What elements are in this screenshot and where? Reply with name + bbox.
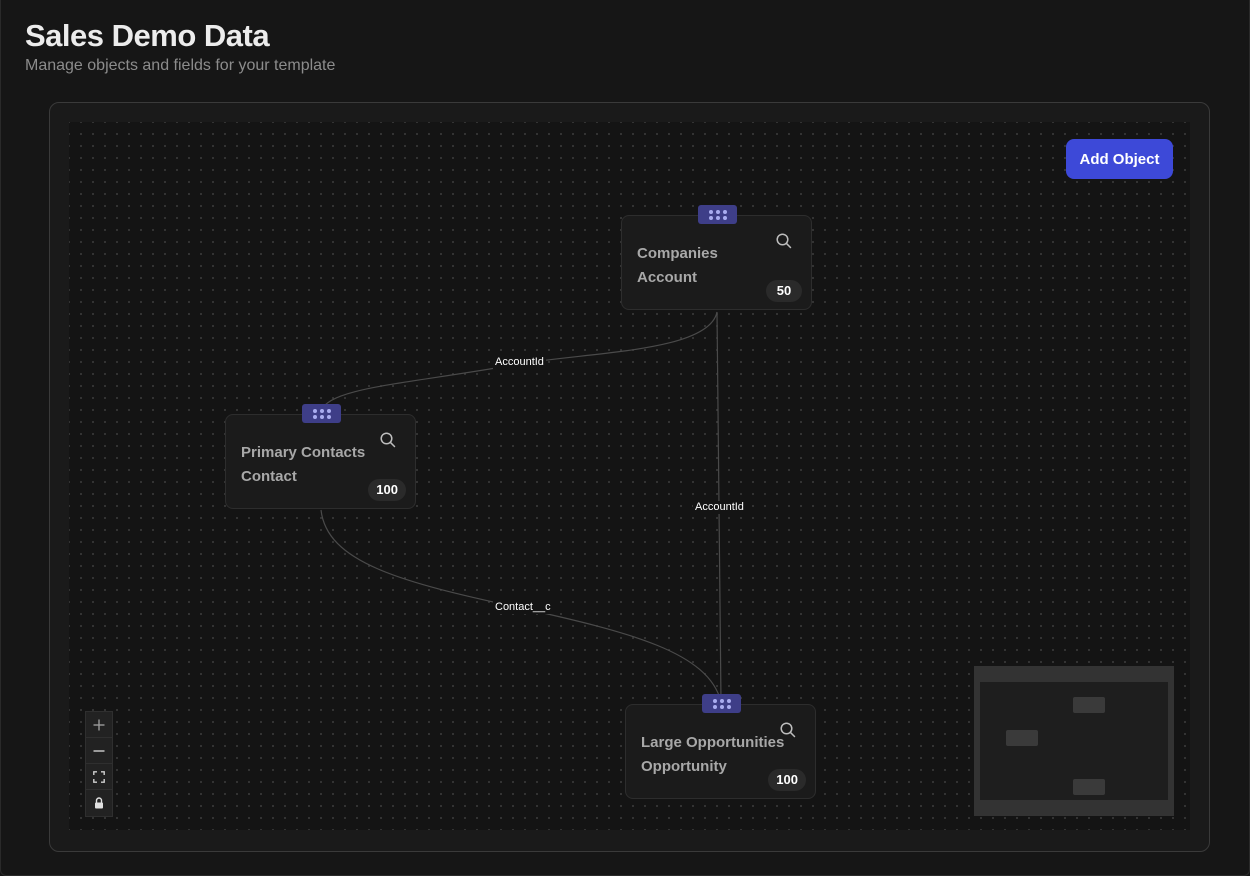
node-title: Companies <box>637 245 718 262</box>
fit-view-icon <box>93 770 105 783</box>
record-count-badge: 50 <box>766 280 802 302</box>
object-node-companies[interactable]: Companies Account 50 <box>621 205 812 310</box>
zoom-in-button[interactable] <box>86 712 112 738</box>
minus-icon <box>93 749 105 752</box>
lock-button[interactable] <box>86 790 112 816</box>
page-title: Sales Demo Data <box>25 18 270 53</box>
minimap-viewport <box>980 682 1168 800</box>
drag-handle[interactable] <box>302 404 341 423</box>
minimap-node <box>1073 697 1105 713</box>
grip-icon <box>708 209 727 220</box>
edge-label: AccountId <box>493 356 546 369</box>
node-title: Large Opportunities <box>641 734 785 751</box>
edge-label: AccountId <box>693 501 746 514</box>
drag-handle[interactable] <box>702 694 741 713</box>
search-icon[interactable] <box>379 431 397 449</box>
minimap-node <box>1006 730 1038 746</box>
record-count-badge: 100 <box>768 769 806 791</box>
edge-label: Contact__c <box>493 601 553 614</box>
node-title: Primary Contacts <box>241 444 366 461</box>
node-api-name: Account <box>637 269 697 286</box>
minimap-node <box>1073 779 1105 795</box>
page-subtitle: Manage objects and fields for your templ… <box>25 57 336 74</box>
add-object-button[interactable]: Add Object <box>1066 139 1173 179</box>
page: Sales Demo Data Manage objects and field… <box>0 0 1250 876</box>
lock-icon <box>95 797 103 809</box>
minimap[interactable] <box>974 666 1174 816</box>
record-count-badge: 100 <box>368 479 406 501</box>
fit-view-button[interactable] <box>86 764 112 790</box>
canvas-controls <box>85 711 113 817</box>
object-node-opportunities[interactable]: Large Opportunities Opportunity 100 <box>625 694 816 799</box>
object-node-contacts[interactable]: Primary Contacts Contact 100 <box>225 404 416 509</box>
drag-handle[interactable] <box>698 205 737 224</box>
node-api-name: Opportunity <box>641 758 727 775</box>
plus-icon <box>93 719 105 730</box>
search-icon[interactable] <box>779 721 797 739</box>
grip-icon <box>312 408 331 419</box>
zoom-out-button[interactable] <box>86 738 112 764</box>
grip-icon <box>712 698 731 709</box>
search-icon[interactable] <box>775 232 793 250</box>
node-api-name: Contact <box>241 468 297 485</box>
